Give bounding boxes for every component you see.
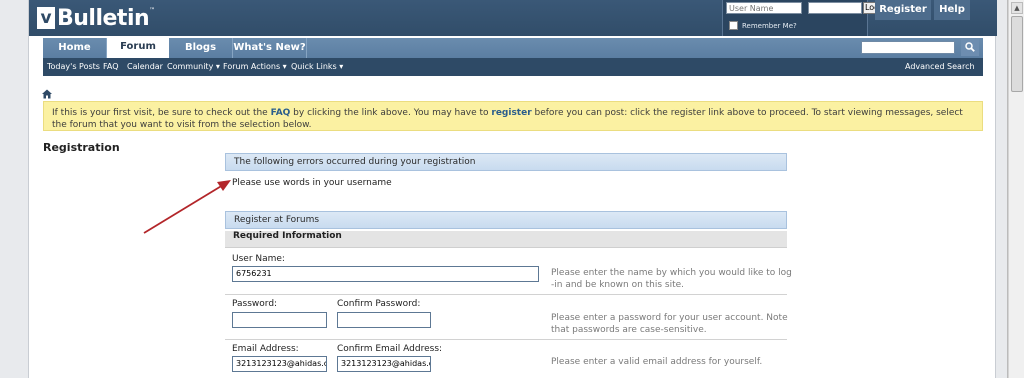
- login-password-input[interactable]: [808, 2, 862, 14]
- register-button[interactable]: Register: [875, 0, 931, 20]
- divider: [225, 294, 787, 295]
- subnav-calendar[interactable]: Calendar: [127, 62, 163, 71]
- page-title: Registration: [43, 141, 120, 154]
- notice-faq-link[interactable]: FAQ: [271, 108, 291, 118]
- password-field[interactable]: [232, 312, 327, 328]
- annotation-arrow: [143, 180, 231, 234]
- notice-register-link[interactable]: register: [491, 108, 531, 118]
- tab-home[interactable]: Home: [43, 38, 107, 58]
- remember-me[interactable]: Remember Me?: [729, 21, 797, 30]
- remember-me-checkbox[interactable]: [729, 21, 738, 30]
- logo-mark: v: [37, 7, 55, 29]
- username-field[interactable]: 6756231: [232, 266, 539, 282]
- sub-navigation: Today's Posts FAQ Calendar Community ▾ F…: [43, 58, 983, 76]
- error-message: Please use words in your username: [232, 178, 392, 188]
- subnav-todays-posts[interactable]: Today's Posts: [47, 62, 100, 71]
- home-icon[interactable]: [42, 89, 52, 99]
- email-hint: Please enter a valid email address for y…: [551, 357, 763, 367]
- search-input[interactable]: [861, 41, 955, 54]
- email-label: Email Address:: [232, 344, 299, 354]
- login-username-input[interactable]: [726, 2, 802, 14]
- subnav-faq[interactable]: FAQ: [103, 62, 119, 71]
- errors-heading: The following errors occurred during you…: [225, 153, 787, 171]
- help-button[interactable]: Help: [934, 0, 970, 20]
- email-field[interactable]: 3213123123@ahidas.com: [232, 356, 327, 372]
- tab-whats-new[interactable]: What's New?: [233, 38, 307, 58]
- remember-me-label: Remember Me?: [742, 21, 797, 30]
- subnav-quick-links[interactable]: Quick Links ▾: [291, 62, 343, 71]
- subnav-community[interactable]: Community ▾: [167, 62, 220, 71]
- advanced-search-link[interactable]: Advanced Search: [905, 62, 975, 71]
- notice-text-1: If this is your first visit, be sure to …: [52, 108, 271, 118]
- username-hint: Please enter the name by which you would…: [551, 268, 792, 290]
- tab-forum[interactable]: Forum: [107, 37, 169, 58]
- confirm-email-field[interactable]: 3213123123@ahidas.com: [337, 356, 431, 372]
- vbulletin-logo[interactable]: v Bulletin ™: [37, 4, 155, 32]
- subnav-forum-actions[interactable]: Forum Actions ▾: [223, 62, 287, 71]
- register-form-heading: Register at Forums: [225, 211, 787, 229]
- logo-trademark: ™: [149, 6, 156, 14]
- confirm-email-label: Confirm Email Address:: [337, 344, 443, 354]
- notice-text-2: by clicking the link above. You may have…: [290, 108, 492, 118]
- vertical-scrollbar[interactable]: ▲: [1008, 0, 1024, 378]
- username-label: User Name:: [232, 254, 285, 264]
- logo-text: Bulletin: [57, 5, 150, 31]
- divider: [225, 339, 787, 340]
- browser-page: v Bulletin ™ Log in Remember Me? Registe…: [0, 0, 1008, 378]
- welcome-notice: If this is your first visit, be sure to …: [43, 101, 983, 131]
- confirm-password-field[interactable]: [337, 312, 431, 328]
- password-hint: Please enter a password for your user ac…: [551, 313, 788, 335]
- search-button[interactable]: [961, 39, 979, 56]
- confirm-password-label: Confirm Password:: [337, 299, 421, 309]
- required-info-heading: Required Information: [225, 231, 787, 248]
- scroll-thumb[interactable]: [1011, 16, 1023, 92]
- search-icon: [965, 42, 975, 52]
- tab-blogs[interactable]: Blogs: [169, 38, 233, 58]
- password-label: Password:: [232, 299, 278, 309]
- main-nav-tabs: Home Forum Blogs What's New?: [43, 37, 983, 58]
- site-header: v Bulletin ™ Log in Remember Me? Registe…: [29, 0, 997, 36]
- scroll-up-icon[interactable]: ▲: [1011, 2, 1023, 14]
- forum-page: v Bulletin ™ Log in Remember Me? Registe…: [28, 0, 997, 378]
- login-form: Log in Remember Me?: [722, 0, 891, 36]
